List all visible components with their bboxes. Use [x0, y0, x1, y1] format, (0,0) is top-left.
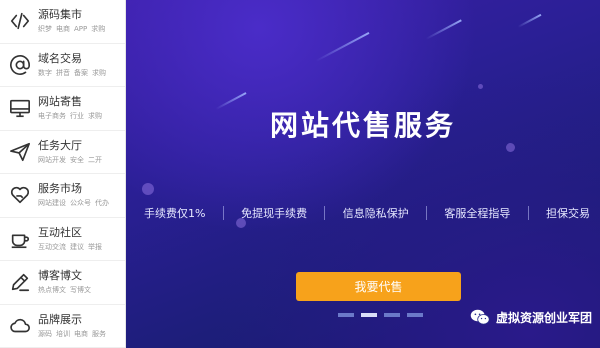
decorative-dot: [142, 183, 154, 195]
sidebar-tag[interactable]: 网站开发: [38, 156, 66, 165]
wechat-icon: [470, 309, 490, 325]
sidebar-tag[interactable]: 安全: [70, 156, 84, 165]
sidebar-tag[interactable]: 拼音: [56, 69, 70, 78]
sidebar-item-site-consignment[interactable]: 网站寄售 电子商务 行业 求购: [0, 87, 125, 131]
sidebar-item-service-market[interactable]: 服务市场 网站建设 公众号 代办: [0, 174, 125, 218]
wechat-watermark: 虚拟资源创业军团: [470, 308, 592, 326]
sidebar-item-title: 互动社区: [38, 225, 82, 239]
sidebar-tag[interactable]: 举报: [88, 243, 102, 252]
sidebar-tag[interactable]: 电商: [74, 330, 88, 339]
heart-hand-icon: [8, 183, 32, 207]
cloud-icon: [8, 314, 32, 338]
banner-headline: 网站代售服务: [269, 109, 456, 142]
carousel-dot[interactable]: [384, 313, 400, 317]
sidebar-tag[interactable]: 织梦: [38, 25, 52, 34]
monitor-icon: [8, 96, 32, 120]
sidebar-item-title: 服务市场: [38, 182, 82, 196]
code-icon: [8, 9, 32, 33]
sidebar-tag[interactable]: 求购: [88, 112, 102, 121]
sidebar-tag[interactable]: 电商: [56, 25, 70, 34]
sidebar-item-community[interactable]: 互动社区 互动交流 建议 举报: [0, 218, 125, 261]
sidebar-tag[interactable]: 求购: [91, 25, 105, 34]
feature-item: 手续费仅1%: [144, 207, 206, 220]
category-sidebar: 源码集市 织梦 电商 APP 求购 域名交易 数字 拼音 备案 求购 网站寄售 …: [0, 0, 126, 348]
sidebar-tag[interactable]: 代办: [95, 199, 109, 208]
pen-icon: [8, 270, 32, 294]
sidebar-item-title: 任务大厅: [38, 138, 82, 152]
sidebar-tag[interactable]: 求购: [92, 69, 106, 78]
decorative-light-streak: [425, 19, 462, 40]
sidebar-tag[interactable]: 数字: [38, 69, 52, 78]
feature-item: 担保交易: [545, 207, 590, 220]
sidebar-item-title: 网站寄售: [38, 95, 82, 109]
decorative-light-streak: [517, 13, 542, 28]
sidebar-item-domain-trade[interactable]: 域名交易 数字 拼音 备案 求购: [0, 44, 125, 87]
sidebar-tag[interactable]: 建议: [70, 243, 84, 252]
promo-banner[interactable]: 网站代售服务 手续费仅1% 免提现手续费 信息隐私保护 客服全程指导 担保交易 …: [126, 0, 600, 348]
page: 源码集市 织梦 电商 APP 求购 域名交易 数字 拼音 备案 求购 网站寄售 …: [0, 0, 600, 348]
carousel-dot-active[interactable]: [361, 313, 377, 317]
sidebar-tag[interactable]: 写博文: [70, 286, 91, 295]
sidebar-tag[interactable]: 二开: [88, 156, 102, 165]
feature-divider: [527, 206, 529, 220]
sidebar-tag[interactable]: 公众号: [70, 199, 91, 208]
sidebar-tag[interactable]: 行业: [70, 112, 84, 121]
feature-item: 免提现手续费: [241, 207, 308, 220]
watermark-text: 虚拟资源创业军团: [495, 310, 592, 325]
sidebar-item-brand[interactable]: 品牌展示 源码 培训 电商 服务: [0, 305, 125, 348]
paper-plane-icon: [8, 140, 32, 164]
sidebar-tag[interactable]: 源码: [38, 330, 52, 339]
sidebar-tag[interactable]: 电子商务: [38, 112, 66, 121]
sidebar-tag[interactable]: 网站建设: [38, 199, 66, 208]
feature-item: 信息隐私保护: [342, 207, 409, 220]
sidebar-item-source-market[interactable]: 源码集市 织梦 电商 APP 求购: [0, 0, 125, 44]
sidebar-item-task-hall[interactable]: 任务大厅 网站开发 安全 二开: [0, 131, 125, 174]
decorative-light-streak: [315, 31, 370, 62]
decorative-dot: [478, 84, 483, 89]
sidebar-tag[interactable]: 热点博文: [38, 286, 66, 295]
at-icon: [8, 53, 32, 77]
sidebar-tag[interactable]: 培训: [56, 330, 70, 339]
carousel-dot[interactable]: [407, 313, 423, 317]
sell-on-consignment-button[interactable]: 我要代售: [296, 272, 461, 301]
sidebar-item-title: 域名交易: [38, 51, 82, 65]
carousel-pager: [338, 313, 423, 317]
carousel-dot[interactable]: [338, 313, 354, 317]
sidebar-item-title: 品牌展示: [38, 312, 82, 326]
sidebar-tag[interactable]: 备案: [74, 69, 88, 78]
feature-divider: [426, 206, 428, 220]
decorative-dot: [506, 143, 515, 152]
feature-list: 手续费仅1% 免提现手续费 信息隐私保护 客服全程指导 担保交易: [144, 205, 590, 221]
sidebar-item-title: 博客博文: [38, 269, 82, 283]
sidebar-item-title: 源码集市: [38, 8, 82, 22]
feature-item: 客服全程指导: [444, 207, 511, 220]
feature-divider: [324, 206, 326, 220]
sidebar-tag[interactable]: APP: [74, 25, 87, 34]
cup-icon: [8, 227, 32, 251]
sidebar-tag[interactable]: 互动交流: [38, 243, 66, 252]
sidebar-item-blog[interactable]: 博客博文 热点博文 写博文: [0, 261, 125, 305]
sidebar-tag[interactable]: 服务: [92, 330, 106, 339]
feature-divider: [222, 206, 224, 220]
